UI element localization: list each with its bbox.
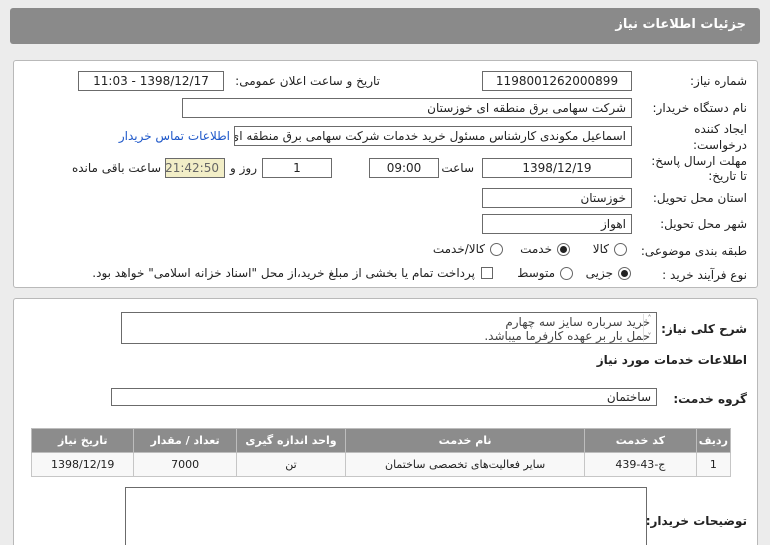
scrollbar-arrows-icon[interactable]: ˄ ˅ [643, 314, 655, 342]
buyer-notes-textarea[interactable] [125, 487, 647, 545]
buyer-contact-link[interactable]: اطلاعات تماس خریدار [119, 129, 230, 143]
deadline-label: مهلت ارسال پاسخ: [651, 154, 747, 168]
buyer-org-field: شرکت سهامی برق منطقه ای خوزستان [182, 98, 632, 118]
category-option-service: خدمت [520, 242, 552, 256]
table-header-row: ردیف کد خدمت نام خدمت واحد اندازه گیری ت… [30, 428, 732, 453]
need-details-panel: شرح کلی نیاز: خرید سرباره سایز سه چهارم … [13, 298, 758, 545]
summary-line-2: حمل بار بر عهده کارفرما میباشد. [484, 329, 650, 343]
category-option-goods: کالا [592, 242, 609, 256]
summary-textarea[interactable]: خرید سرباره سایز سه چهارم حمل بار بر عهد… [121, 312, 657, 344]
need-number-field: 1198001262000899 [482, 71, 632, 91]
services-table: ردیف کد خدمت نام خدمت واحد اندازه گیری ت… [30, 428, 732, 477]
creator-label-2: درخواست: [693, 138, 747, 152]
category-radio-service[interactable] [557, 243, 570, 256]
col-header-row-number: ردیف [695, 428, 732, 453]
process-radio-minor[interactable] [618, 267, 631, 280]
deadline-time-label: ساعت [441, 161, 474, 175]
remaining-time-label: ساعت باقی مانده [71, 161, 161, 175]
creator-field: اسماعیل مکوندی کارشناس مسئول خرید خدمات … [234, 126, 632, 146]
summary-label: شرح کلی نیاز: [661, 322, 747, 336]
cell-quantity: 7000 [133, 452, 237, 477]
category-label: طبقه بندی موضوعی: [640, 244, 747, 258]
service-group-label: گروه خدمت: [673, 392, 747, 406]
category-radio-goods[interactable] [614, 243, 627, 256]
process-radio-medium[interactable] [560, 267, 573, 280]
page-title: جزئیات اطلاعات نیاز [615, 17, 746, 32]
category-radio-goods-service[interactable] [490, 243, 503, 256]
summary-line-1: خرید سرباره سایز سه چهارم [505, 315, 650, 329]
process-label: نوع فرآیند خرید : [662, 268, 747, 282]
process-option-minor: جزیی [585, 266, 613, 280]
creator-label: ایجاد کننده [694, 122, 747, 136]
need-info-panel: شماره نیاز: 1198001262000899 تاریخ و ساع… [13, 60, 758, 288]
services-heading: اطلاعات خدمات مورد نیاز [596, 353, 747, 367]
page-header: جزئیات اطلاعات نیاز [10, 8, 760, 44]
days-remaining-field: 1 [262, 158, 332, 178]
province-field: خوزستان [482, 188, 632, 208]
cell-service-code: ج-43-439 [584, 452, 697, 477]
city-field: اهواز [482, 214, 632, 234]
days-label: روز و [230, 161, 257, 175]
col-header-unit: واحد اندازه گیری [235, 428, 347, 453]
announce-label: تاریخ و ساعت اعلان عمومی: [235, 74, 380, 88]
buyer-notes-label: توضیحات خریدار: [645, 514, 747, 528]
cell-row-number: 1 [695, 452, 732, 477]
table-row: 1 ج-43-439 سایر فعالیت‌های تخصصی ساختمان… [30, 452, 732, 477]
col-header-service-code: کد خدمت [584, 428, 697, 453]
cell-need-date: 1398/12/19 [30, 452, 135, 477]
announce-field: 1398/12/17 - 11:03 [78, 71, 224, 91]
treasury-payment-checkbox[interactable] [481, 267, 493, 279]
deadline-date-field: 1398/12/19 [482, 158, 632, 178]
province-label: استان محل تحویل: [652, 191, 747, 205]
buyer-org-label: نام دستگاه خریدار: [652, 101, 748, 115]
treasury-payment-note: پرداخت تمام یا بخشی از مبلغ خرید،از محل … [92, 266, 475, 280]
category-option-goods-service: کالا/خدمت [432, 242, 485, 256]
deadline-time-field: 09:00 [369, 158, 439, 178]
process-option-medium: متوسط [517, 266, 555, 280]
cell-service-name: سایر فعالیت‌های تخصصی ساختمان [345, 452, 586, 477]
service-group-field: ساختمان [111, 388, 657, 406]
deadline-label-2: تا تاریخ: [708, 169, 747, 183]
need-number-label: شماره نیاز: [690, 74, 747, 88]
remaining-time-field: 21:42:50 [165, 158, 225, 178]
col-header-service-name: نام خدمت [345, 428, 586, 453]
col-header-quantity: تعداد / مقدار [133, 428, 237, 453]
col-header-need-date: تاریخ نیاز [30, 428, 135, 453]
cell-unit: تن [235, 452, 347, 477]
city-label: شهر محل تحویل: [660, 217, 747, 231]
